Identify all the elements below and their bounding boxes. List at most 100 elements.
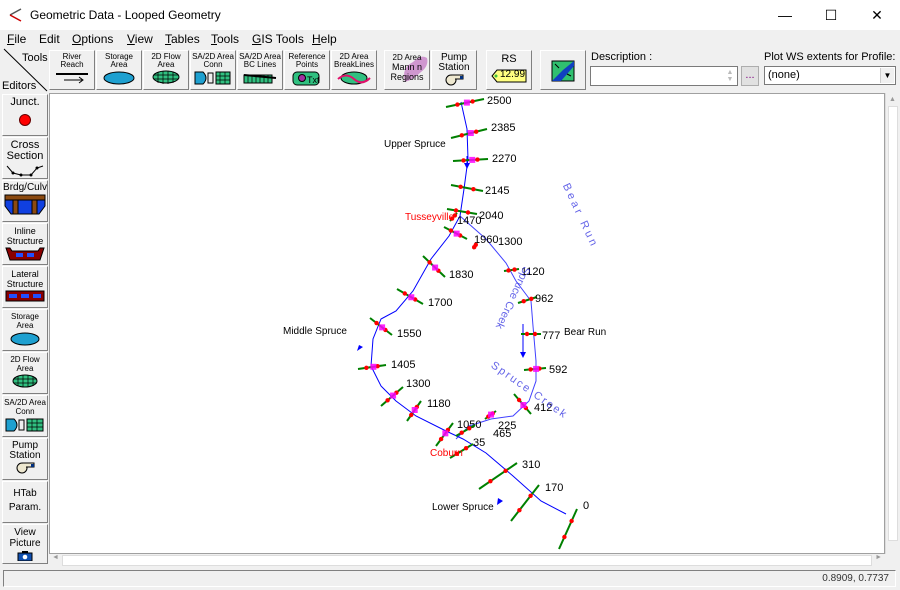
cross-section-line bbox=[510, 484, 540, 522]
editor-view-picture-button[interactable]: View Picture bbox=[2, 524, 48, 564]
breaklines-label-2: BreakLines bbox=[333, 60, 375, 69]
bank-station-point bbox=[528, 493, 533, 498]
background-map-button[interactable] bbox=[540, 50, 586, 90]
maximize-button[interactable]: ☐ bbox=[808, 0, 854, 30]
bank-station-point bbox=[532, 331, 538, 337]
mann-n-label-2: Mann n bbox=[391, 62, 423, 72]
menu-tools[interactable]: Tools bbox=[211, 32, 239, 46]
close-button[interactable]: ✕ bbox=[854, 0, 900, 30]
menu-edit[interactable]: Edit bbox=[39, 32, 60, 46]
2d-area-breaklines-button[interactable]: 2D Area BreakLines bbox=[331, 50, 377, 90]
scroll-left-arrow[interactable]: ◄ bbox=[52, 554, 59, 561]
editor-2d-flow-area-button[interactable]: 2D Flow Area bbox=[2, 352, 48, 394]
river-station-label: 2500 bbox=[487, 95, 511, 107]
menu-tables[interactable]: Tables bbox=[165, 32, 200, 46]
camera-icon bbox=[17, 551, 33, 561]
description-ellipsis-button[interactable]: ... bbox=[741, 66, 759, 86]
river-station-label: 2270 bbox=[492, 153, 516, 165]
minimize-button[interactable]: — bbox=[762, 0, 808, 30]
river-station-label: 777 bbox=[542, 330, 560, 342]
reference-points-icon: Txt bbox=[292, 71, 320, 86]
chevron-down-icon[interactable]: ▼ bbox=[880, 68, 894, 83]
bank-station-point bbox=[453, 208, 459, 213]
bank-station-point bbox=[438, 436, 444, 442]
breaklines-icon bbox=[337, 71, 371, 85]
pump-station-button[interactable]: Pump Station bbox=[431, 50, 477, 90]
app-icon bbox=[9, 8, 22, 22]
editor-bridge-culvert-button[interactable]: Brdg/Culv bbox=[2, 180, 48, 222]
storage-area-button[interactable]: Storage Area bbox=[96, 50, 142, 90]
river-station-label: 962 bbox=[535, 293, 553, 305]
description-input[interactable]: ▲ ▼ bbox=[590, 66, 738, 86]
storage-area-editor-label-2: Area bbox=[16, 321, 34, 330]
cross-section-icon bbox=[6, 165, 44, 177]
description-spinner[interactable]: ▲ ▼ bbox=[725, 69, 735, 83]
river-station-label: 1550 bbox=[397, 328, 421, 340]
vertical-scrollbar[interactable]: ▲ bbox=[885, 93, 899, 554]
2d-flow-editor-icon bbox=[12, 374, 38, 388]
editor-htab-param-button[interactable]: HTab Param. bbox=[2, 481, 48, 523]
bank-station-point bbox=[529, 296, 534, 301]
cross-section-label-2: Section bbox=[6, 150, 44, 162]
mann-n-label-1: 2D Area bbox=[392, 53, 422, 62]
sa-2d-bc-label-2: BC Lines bbox=[243, 60, 277, 69]
storage-area-editor-icon bbox=[10, 332, 40, 346]
menu-help[interactable]: Help bbox=[312, 32, 337, 46]
flow-arrow-bear-head bbox=[520, 352, 526, 358]
editor-storage-area-button[interactable]: Storage Area bbox=[2, 309, 48, 351]
editor-pump-station-button[interactable]: Pump Station bbox=[2, 438, 48, 480]
bank-station-point bbox=[409, 412, 414, 418]
reach-label-bear-run: Bear Run bbox=[564, 327, 606, 338]
lateral-structure-label-1: Lateral bbox=[11, 269, 39, 279]
bridge-culvert-label: Brdg/Culv bbox=[3, 182, 47, 193]
geometry-canvas[interactable]: 2500 2385 2270 2145 2040 1960 1830 1700 1550 1405… bbox=[49, 93, 885, 554]
reference-points-label-2: Points bbox=[295, 60, 319, 69]
reference-points-button[interactable]: Reference Points Txt bbox=[284, 50, 330, 90]
river-reach-button[interactable]: River Reach bbox=[49, 50, 95, 90]
bank-station-point bbox=[512, 267, 517, 272]
2d-area-mann-n-regions-button[interactable]: 2D Area Mann n Regions bbox=[384, 50, 430, 90]
bc-lines-icon bbox=[243, 74, 277, 84]
river-station-label: 2040 bbox=[479, 210, 503, 222]
editor-cross-section-button[interactable]: Cross Section bbox=[2, 137, 48, 179]
cross-section-line bbox=[503, 268, 520, 272]
bank-station-point bbox=[461, 158, 466, 163]
ws-marker bbox=[390, 392, 397, 399]
bank-station-point bbox=[516, 397, 522, 403]
plot-ws-profile-select[interactable]: (none) ▼ bbox=[764, 66, 896, 85]
river-station-label: 1180 bbox=[427, 398, 451, 410]
sa-2d-area-conn-button[interactable]: SA/2D Area Conn bbox=[190, 50, 236, 90]
bank-station-point bbox=[448, 228, 454, 233]
storage-area-label-2: Area bbox=[110, 60, 128, 69]
river-station-label: 1300 bbox=[406, 378, 430, 390]
menu-view[interactable]: View bbox=[127, 32, 153, 46]
bank-station-point bbox=[521, 299, 526, 304]
scroll-right-arrow[interactable]: ► bbox=[875, 554, 882, 561]
sa-2d-area-bc-lines-button[interactable]: SA/2D Area BC Lines bbox=[237, 50, 283, 90]
editor-lateral-structure-button[interactable]: Lateral Structure bbox=[2, 266, 48, 308]
menu-options[interactable]: Options bbox=[72, 32, 113, 46]
cursor-coordinates: 0.8909, 0.7737 bbox=[822, 573, 889, 584]
river-schematic[interactable]: 2500238522702145204019601830170015501405… bbox=[50, 94, 886, 555]
vertical-scroll-track[interactable] bbox=[888, 106, 898, 541]
plot-ws-value: (none) bbox=[768, 69, 800, 81]
bank-station-point bbox=[402, 291, 407, 296]
bank-station-point bbox=[374, 320, 379, 326]
horizontal-scrollbar[interactable]: ◄ ► bbox=[49, 554, 885, 567]
menu-file[interactable]: File bbox=[7, 32, 26, 46]
2d-flow-area-button[interactable]: 2D Flow Area bbox=[143, 50, 189, 90]
river-station-button[interactable]: RS 12.99 bbox=[486, 50, 532, 90]
flow-arrow-lower-head bbox=[497, 498, 503, 505]
editor-junction-button[interactable]: Junct. bbox=[2, 94, 48, 136]
junction-label-coburn: Coburn bbox=[430, 448, 463, 459]
editor-inline-structure-button[interactable]: Inline Structure bbox=[2, 223, 48, 265]
menu-gis-tools[interactable]: GIS Tools bbox=[252, 32, 304, 46]
sa-2d-editor-label-1: SA/2D Area bbox=[4, 398, 46, 407]
scroll-up-arrow[interactable]: ▲ bbox=[886, 96, 899, 103]
2d-flow-area-icon bbox=[152, 70, 180, 84]
editor-sa-2d-conn-button[interactable]: SA/2D Area Conn bbox=[2, 395, 48, 437]
ws-marker bbox=[469, 156, 476, 163]
ws-marker bbox=[453, 230, 460, 237]
horizontal-scroll-track[interactable] bbox=[62, 555, 872, 566]
cross-section-line bbox=[478, 462, 518, 490]
